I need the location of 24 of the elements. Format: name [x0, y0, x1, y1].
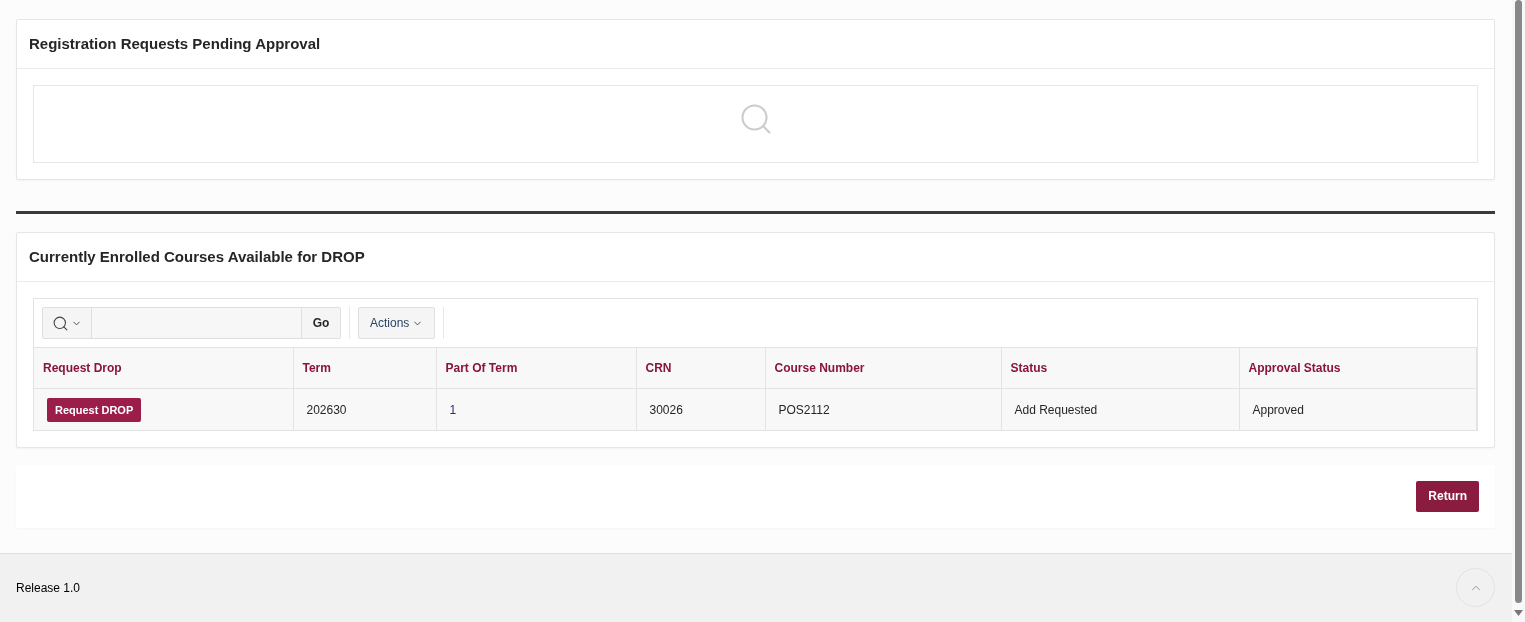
actions-button[interactable]: Actions [358, 307, 436, 339]
cell-link[interactable]: 1 [449, 403, 457, 418]
search-icon [52, 314, 69, 332]
return-button[interactable]: Return [1416, 480, 1479, 512]
column-header[interactable]: Status [1001, 347, 1239, 389]
go-button[interactable]: Go [301, 308, 340, 338]
cell-text: 30026 [649, 403, 683, 418]
request-drop-button[interactable]: Request DROP [47, 398, 142, 422]
column-header[interactable]: Term [293, 347, 436, 389]
scrollbar[interactable] [1512, 0, 1525, 622]
region-title: Registration Requests Pending Approval [29, 33, 321, 54]
column-header[interactable]: Course Number [765, 347, 1001, 389]
column-header[interactable]: Request Drop [34, 347, 293, 389]
region-title: Currently Enrolled Courses Available for DROP [29, 246, 365, 267]
column-header[interactable]: CRN [636, 347, 765, 389]
cell-text: 202630 [306, 403, 347, 418]
cell-text: POS2112 [778, 403, 830, 418]
scroll-down-arrow-icon[interactable] [1514, 610, 1523, 616]
cell-text: Add Requested [1014, 403, 1098, 418]
column-header[interactable]: Part Of Term [436, 347, 636, 389]
cell-text: Approved [1252, 403, 1304, 418]
release-text: Release 1.0 [16, 579, 81, 597]
column-header[interactable]: Approval Status [1239, 347, 1477, 389]
scroll-thumb[interactable] [1515, 0, 1522, 603]
